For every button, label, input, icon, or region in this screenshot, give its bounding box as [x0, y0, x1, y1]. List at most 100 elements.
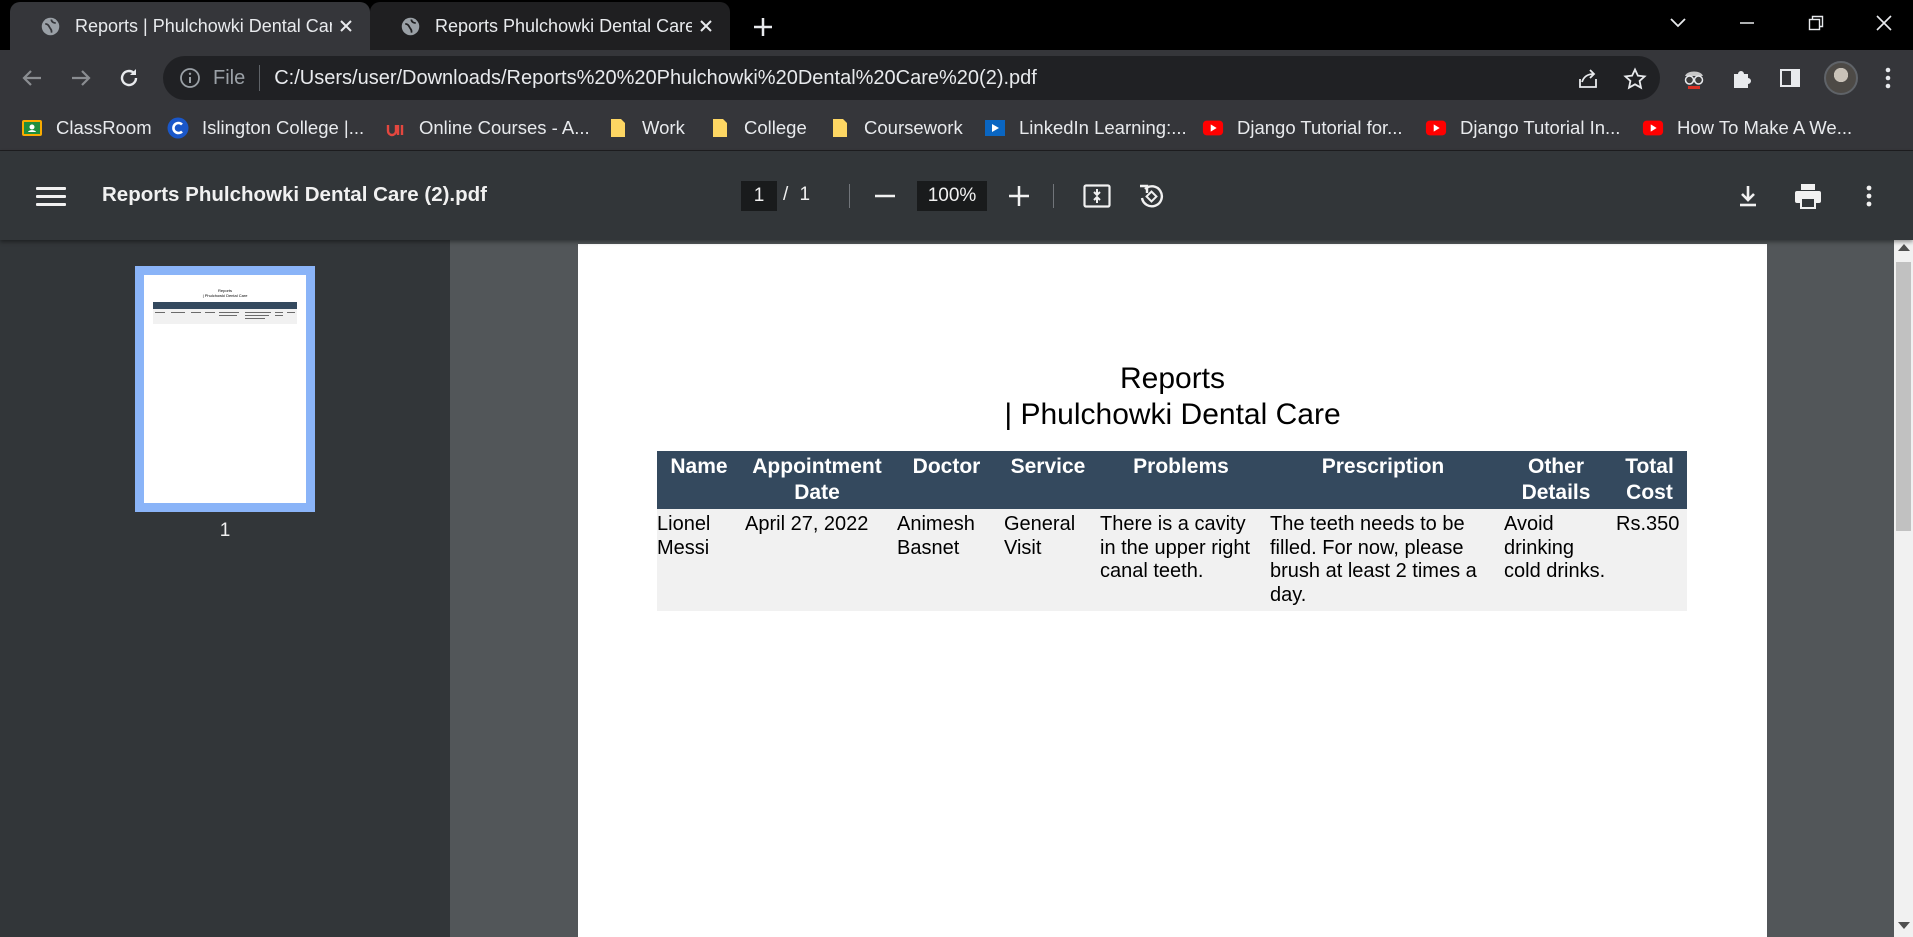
star-icon[interactable]: [1623, 67, 1647, 91]
cell-prescription: The teeth needs to be filled. For now, p…: [1266, 509, 1500, 611]
column-header-total-cost: Total Cost: [1612, 451, 1687, 509]
folder-icon: [607, 117, 629, 139]
toolbar-divider: [1053, 184, 1054, 208]
thumbnail-page-number: 1: [219, 520, 231, 541]
tab-reports-active[interactable]: Reports | Phulchowki Dental Care: [10, 2, 370, 50]
forward-arrow-icon[interactable]: [66, 63, 96, 93]
youtube-icon: [1425, 117, 1447, 139]
vertical-scrollbar[interactable]: [1894, 240, 1913, 937]
bookmark-label: Django Tutorial for...: [1237, 117, 1403, 138]
scroll-down-arrow-icon[interactable]: [1898, 922, 1910, 929]
pdf-page: Reports | Phulchowki Dental Care Name Ap…: [578, 244, 1767, 937]
new-tab-button[interactable]: [748, 12, 778, 42]
fit-to-page-icon[interactable]: [1081, 180, 1113, 212]
side-panel-icon[interactable]: [1776, 64, 1804, 92]
column-header-appointment-date: Appointment Date: [741, 451, 893, 509]
bookmark-linkedin-learning[interactable]: LinkedIn Learning:...: [984, 113, 1187, 143]
bookmark-label: Islington College |...: [202, 117, 365, 138]
bookmark-django-tutorial-for[interactable]: Django Tutorial for...: [1202, 113, 1403, 143]
column-header-problems: Problems: [1096, 451, 1266, 509]
extension-spy-icon[interactable]: [1680, 64, 1708, 92]
page-count: / 1: [783, 184, 811, 205]
report-table: Name Appointment Date Doctor Service Pro…: [657, 451, 1687, 611]
page-thumbnail[interactable]: Reports | Phulchowki Dental Care: [135, 266, 315, 512]
bookmark-label: Coursework: [864, 117, 963, 138]
table-header-row: Name Appointment Date Doctor Service Pro…: [657, 451, 1687, 509]
udemy-icon: [384, 117, 406, 139]
bookmark-work[interactable]: Work: [607, 113, 685, 143]
window-close-icon[interactable]: [1866, 8, 1902, 38]
column-header-prescription: Prescription: [1266, 451, 1500, 509]
extensions-puzzle-icon[interactable]: [1728, 64, 1756, 92]
bookmark-label: ClassRoom: [56, 117, 152, 138]
column-header-other-details: Other Details: [1500, 451, 1612, 509]
tab-reports-inactive[interactable]: Reports Phulchowki Dental Care (: [370, 2, 730, 50]
restore-icon[interactable]: [1798, 8, 1834, 38]
bookmark-label: College: [744, 117, 807, 138]
folder-icon: [709, 117, 731, 139]
bookmark-classroom[interactable]: ClassRoom: [21, 113, 152, 143]
bookmark-label: Online Courses - A...: [419, 117, 590, 138]
back-arrow-icon[interactable]: [17, 63, 47, 93]
youtube-icon: [1202, 117, 1224, 139]
thumbnail-sidebar: Reports | Phulchowki Dental Care 1: [0, 240, 450, 937]
bookmark-how-to-make[interactable]: How To Make A We...: [1642, 113, 1852, 143]
more-options-icon[interactable]: [1853, 180, 1885, 212]
report-title-line1: Reports: [1119, 362, 1226, 395]
browser-menu-icon[interactable]: [1874, 64, 1902, 92]
close-icon[interactable]: [692, 12, 720, 40]
hamburger-menu-icon[interactable]: [36, 181, 66, 211]
zoom-level-input[interactable]: 100%: [917, 181, 987, 211]
address-bar[interactable]: File C:/Users/user/Downloads/Reports%20%…: [163, 56, 1660, 100]
cell-total-cost: Rs.350: [1612, 509, 1687, 611]
close-icon[interactable]: [332, 12, 360, 40]
bookmark-django-tutorial-in[interactable]: Django Tutorial In...: [1425, 113, 1620, 143]
thumbnail-table-row: [153, 309, 297, 324]
youtube-icon: [1642, 117, 1664, 139]
bookmark-online-courses[interactable]: Online Courses - A...: [384, 113, 590, 143]
browser-toolbar: File C:/Users/user/Downloads/Reports%20%…: [0, 50, 1913, 106]
cell-service: General Visit: [1000, 509, 1096, 611]
bookmark-college[interactable]: College: [709, 113, 807, 143]
reload-icon[interactable]: [114, 63, 144, 93]
tab-search-chevron-icon[interactable]: [1660, 8, 1696, 38]
bookmark-label: LinkedIn Learning:...: [1019, 117, 1187, 138]
zoom-out-icon[interactable]: [869, 180, 901, 212]
bookmark-coursework[interactable]: Coursework: [829, 113, 963, 143]
thumbnail-table-header: [153, 302, 297, 309]
info-icon[interactable]: [179, 67, 201, 89]
tab-title: Reports | Phulchowki Dental Care: [75, 15, 332, 36]
profile-avatar[interactable]: [1824, 61, 1858, 95]
minimize-icon[interactable]: [1729, 8, 1765, 38]
rotate-counterclockwise-icon[interactable]: [1135, 180, 1167, 212]
share-icon[interactable]: [1576, 67, 1600, 91]
google-classroom-icon: [21, 117, 43, 139]
url-text[interactable]: C:/Users/user/Downloads/Reports%20%20Phu…: [274, 67, 1037, 90]
cell-name: Lionel Messi: [657, 509, 741, 611]
zoom-in-icon[interactable]: [1003, 180, 1035, 212]
linkedin-learning-icon: [984, 117, 1006, 139]
address-separator: [259, 65, 261, 91]
tab-strip: Reports | Phulchowki Dental Care Reports…: [0, 0, 1913, 50]
thumbnail-title: Reports | Phulchowki Dental Care: [202, 288, 248, 298]
pdf-viewer-toolbar: Reports Phulchowki Dental Care (2).pdf 1…: [0, 151, 1913, 240]
download-icon[interactable]: [1732, 180, 1764, 212]
report-title-line2: | Phulchowki Dental Care: [1004, 398, 1341, 431]
column-header-service: Service: [1000, 451, 1096, 509]
globe-icon: [401, 17, 420, 35]
bookmarks-bar: ClassRoom Islington College |... Online …: [0, 106, 1913, 151]
scheme-label: File: [213, 66, 246, 89]
bookmark-islington-college[interactable]: Islington College |...: [167, 113, 364, 143]
bookmark-label: How To Make A We...: [1677, 117, 1853, 138]
column-header-name: Name: [657, 451, 741, 509]
scroll-up-arrow-icon[interactable]: [1898, 244, 1910, 251]
pdf-document-area: Reports | Phulchowki Dental Care Name Ap…: [450, 240, 1894, 937]
globe-icon: [41, 17, 60, 35]
cell-other-details: Avoid drinking cold drinks.: [1500, 509, 1612, 611]
pdf-file-title: Reports Phulchowki Dental Care (2).pdf: [102, 183, 487, 206]
folder-icon: [829, 117, 851, 139]
print-icon[interactable]: [1792, 180, 1824, 212]
report-title: Reports | Phulchowki Dental Care: [578, 361, 1767, 433]
page-number-input[interactable]: 1: [741, 181, 777, 211]
scrollbar-thumb[interactable]: [1896, 262, 1911, 531]
